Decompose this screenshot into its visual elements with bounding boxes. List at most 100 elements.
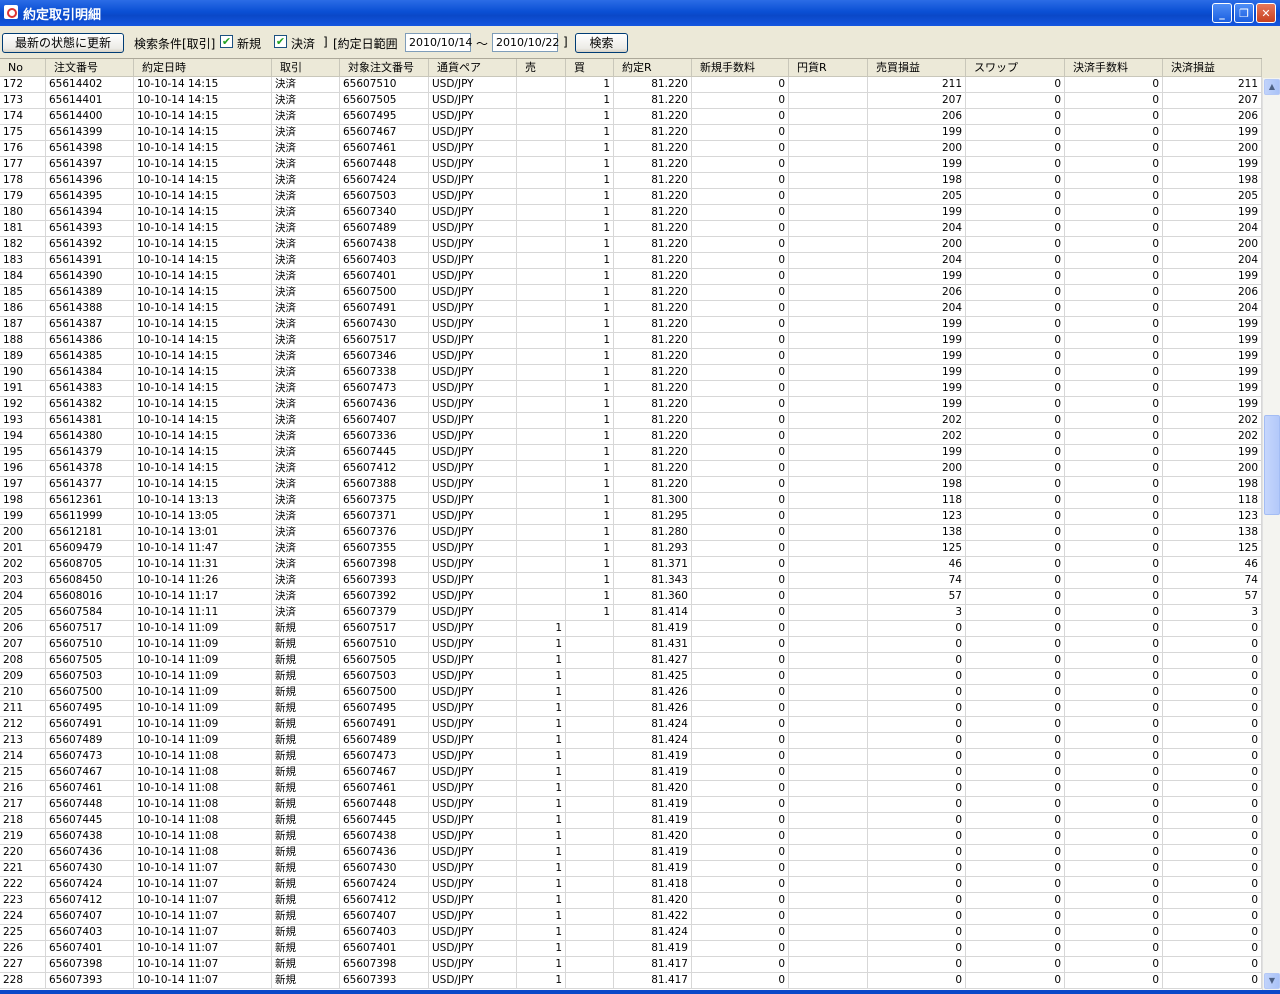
date-to-input[interactable]: 2010/10/22 bbox=[492, 33, 559, 52]
column-header-currency-pair[interactable]: 通貨ペア bbox=[429, 59, 517, 77]
cell-settle-fee: 0 bbox=[1065, 637, 1163, 653]
table-row[interactable]: 195 65614379 10-10-14 14:15 決済 65607445 USD/J… bbox=[0, 445, 1262, 461]
column-header-target-order-no[interactable]: 対象注文番号 bbox=[340, 59, 429, 77]
table-row[interactable]: 184 65614390 10-10-14 14:15 決済 65607401 USD/J… bbox=[0, 269, 1262, 285]
column-header-sell[interactable]: 売 bbox=[517, 59, 566, 77]
table-row[interactable]: 210 65607500 10-10-14 11:09 新規 65607500 USD/J… bbox=[0, 685, 1262, 701]
search-button[interactable]: 検索 bbox=[575, 33, 628, 53]
vertical-scrollbar[interactable]: ▲ ▼ bbox=[1262, 78, 1280, 990]
table-row[interactable]: 187 65614387 10-10-14 14:15 決済 65607430 USD/J… bbox=[0, 317, 1262, 333]
table-row[interactable]: 222 65607424 10-10-14 11:07 新規 65607424 USD/J… bbox=[0, 877, 1262, 893]
table-row[interactable]: 193 65614381 10-10-14 14:15 決済 65607407 USD/J… bbox=[0, 413, 1262, 429]
table-row[interactable]: 205 65607584 10-10-14 11:11 決済 65607379 USD/J… bbox=[0, 605, 1262, 621]
table-row[interactable]: 207 65607510 10-10-14 11:09 新規 65607510 USD/J… bbox=[0, 637, 1262, 653]
scroll-up-arrow-icon[interactable]: ▲ bbox=[1264, 79, 1280, 95]
column-header-rate[interactable]: 約定R bbox=[614, 59, 692, 77]
table-row[interactable]: 208 65607505 10-10-14 11:09 新規 65607505 USD/J… bbox=[0, 653, 1262, 669]
table-row[interactable]: 185 65614389 10-10-14 14:15 決済 65607500 USD/J… bbox=[0, 285, 1262, 301]
table-row[interactable]: 191 65614383 10-10-14 14:15 決済 65607473 USD/J… bbox=[0, 381, 1262, 397]
refresh-button[interactable]: 最新の状態に更新 bbox=[2, 33, 124, 53]
table-row[interactable]: 180 65614394 10-10-14 14:15 決済 65607340 USD/J… bbox=[0, 205, 1262, 221]
column-header-settle-pl[interactable]: 決済損益 bbox=[1163, 59, 1262, 77]
table-row[interactable]: 225 65607403 10-10-14 11:07 新規 65607403 USD/J… bbox=[0, 925, 1262, 941]
table-row[interactable]: 214 65607473 10-10-14 11:08 新規 65607473 USD/J… bbox=[0, 749, 1262, 765]
table-row[interactable]: 194 65614380 10-10-14 14:15 決済 65607336 USD/J… bbox=[0, 429, 1262, 445]
column-header-order-no[interactable]: 注文番号 bbox=[46, 59, 134, 77]
cell-buy bbox=[566, 893, 614, 909]
table-row[interactable]: 228 65607393 10-10-14 11:07 新規 65607393 USD/J… bbox=[0, 973, 1262, 989]
table-row[interactable]: 206 65607517 10-10-14 11:09 新規 65607517 USD/J… bbox=[0, 621, 1262, 637]
column-header-settle-fee[interactable]: 決済手数料 bbox=[1065, 59, 1163, 77]
table-row[interactable]: 181 65614393 10-10-14 14:15 決済 65607489 USD/J… bbox=[0, 221, 1262, 237]
cell-settle-fee: 0 bbox=[1065, 285, 1163, 301]
cell-order-no: 65607500 bbox=[46, 685, 134, 701]
cell-settle-pl: 199 bbox=[1163, 349, 1262, 365]
table-row[interactable]: 173 65614401 10-10-14 14:15 決済 65607505 USD/J… bbox=[0, 93, 1262, 109]
table-row[interactable]: 192 65614382 10-10-14 14:15 決済 65607436 USD/J… bbox=[0, 397, 1262, 413]
table-row[interactable]: 196 65614378 10-10-14 14:15 決済 65607412 USD/J… bbox=[0, 461, 1262, 477]
table-row[interactable]: 227 65607398 10-10-14 11:07 新規 65607398 USD/J… bbox=[0, 957, 1262, 973]
cell-buy: 1 bbox=[566, 189, 614, 205]
table-row[interactable]: 190 65614384 10-10-14 14:15 決済 65607338 USD/J… bbox=[0, 365, 1262, 381]
cell-settle-fee: 0 bbox=[1065, 957, 1163, 973]
table-row[interactable]: 182 65614392 10-10-14 14:15 決済 65607438 USD/J… bbox=[0, 237, 1262, 253]
table-row[interactable]: 186 65614388 10-10-14 14:15 決済 65607491 USD/J… bbox=[0, 301, 1262, 317]
column-header-trade-type[interactable]: 取引 bbox=[272, 59, 340, 77]
cell-no: 206 bbox=[0, 621, 46, 637]
settle-checkbox[interactable]: ✔ bbox=[274, 35, 287, 48]
table-row[interactable]: 199 65611999 10-10-14 13:05 決済 65607371 USD/J… bbox=[0, 509, 1262, 525]
table-row[interactable]: 223 65607412 10-10-14 11:07 新規 65607412 USD/J… bbox=[0, 893, 1262, 909]
table-row[interactable]: 188 65614386 10-10-14 14:15 決済 65607517 USD/J… bbox=[0, 333, 1262, 349]
date-from-input[interactable]: 2010/10/14 bbox=[405, 33, 472, 52]
cell-rate: 81.431 bbox=[614, 637, 692, 653]
table-row[interactable]: 177 65614397 10-10-14 14:15 決済 65607448 USD/J… bbox=[0, 157, 1262, 173]
table-row[interactable]: 175 65614399 10-10-14 14:15 決済 65607467 USD/J… bbox=[0, 125, 1262, 141]
table-row[interactable]: 219 65607438 10-10-14 11:08 新規 65607438 USD/J… bbox=[0, 829, 1262, 845]
close-button[interactable]: ✕ bbox=[1256, 3, 1276, 23]
column-header-trade-datetime[interactable]: 約定日時 bbox=[134, 59, 272, 77]
table-row[interactable]: 216 65607461 10-10-14 11:08 新規 65607461 USD/J… bbox=[0, 781, 1262, 797]
table-row[interactable]: 215 65607467 10-10-14 11:08 新規 65607467 USD/J… bbox=[0, 765, 1262, 781]
table-row[interactable]: 202 65608705 10-10-14 11:31 決済 65607398 USD/J… bbox=[0, 557, 1262, 573]
table-row[interactable]: 213 65607489 10-10-14 11:09 新規 65607489 USD/J… bbox=[0, 733, 1262, 749]
scroll-down-arrow-icon[interactable]: ▼ bbox=[1264, 973, 1280, 989]
minimize-button[interactable]: _ bbox=[1212, 3, 1232, 23]
table-row[interactable]: 198 65612361 10-10-14 13:13 決済 65607375 USD/J… bbox=[0, 493, 1262, 509]
table-row[interactable]: 224 65607407 10-10-14 11:07 新規 65607407 USD/J… bbox=[0, 909, 1262, 925]
column-header-swap[interactable]: スワップ bbox=[966, 59, 1065, 77]
cell-rate: 81.220 bbox=[614, 125, 692, 141]
column-header-buy[interactable]: 買 bbox=[566, 59, 614, 77]
table-row[interactable]: 178 65614396 10-10-14 14:15 決済 65607424 USD/J… bbox=[0, 173, 1262, 189]
column-header-pl[interactable]: 売買損益 bbox=[868, 59, 966, 77]
table-row[interactable]: 183 65614391 10-10-14 14:15 決済 65607403 USD/J… bbox=[0, 253, 1262, 269]
column-header-new-fee[interactable]: 新規手数料 bbox=[692, 59, 789, 77]
table-row[interactable]: 189 65614385 10-10-14 14:15 決済 65607346 USD/J… bbox=[0, 349, 1262, 365]
cell-settle-fee: 0 bbox=[1065, 493, 1163, 509]
new-checkbox[interactable]: ✔ bbox=[220, 35, 233, 48]
table-row[interactable]: 203 65608450 10-10-14 11:26 決済 65607393 USD/J… bbox=[0, 573, 1262, 589]
table-row[interactable]: 174 65614400 10-10-14 14:15 決済 65607495 USD/J… bbox=[0, 109, 1262, 125]
table-row[interactable]: 211 65607495 10-10-14 11:09 新規 65607495 USD/J… bbox=[0, 701, 1262, 717]
table-row[interactable]: 176 65614398 10-10-14 14:15 決済 65607461 USD/J… bbox=[0, 141, 1262, 157]
cell-swap: 0 bbox=[966, 93, 1065, 109]
table-row[interactable]: 209 65607503 10-10-14 11:09 新規 65607503 USD/J… bbox=[0, 669, 1262, 685]
table-row[interactable]: 200 65612181 10-10-14 13:01 決済 65607376 USD/J… bbox=[0, 525, 1262, 541]
cell-trade-datetime: 10-10-14 14:15 bbox=[134, 349, 272, 365]
search-condition-label: 検索条件[取引] bbox=[134, 37, 216, 51]
column-header-no[interactable]: No bbox=[0, 59, 46, 77]
cell-trade-datetime: 10-10-14 14:15 bbox=[134, 413, 272, 429]
table-row[interactable]: 204 65608016 10-10-14 11:17 決済 65607392 USD/J… bbox=[0, 589, 1262, 605]
table-row[interactable]: 226 65607401 10-10-14 11:07 新規 65607401 USD/J… bbox=[0, 941, 1262, 957]
table-row[interactable]: 179 65614395 10-10-14 14:15 決済 65607503 USD/J… bbox=[0, 189, 1262, 205]
maximize-button[interactable]: ❐ bbox=[1234, 3, 1254, 23]
table-row[interactable]: 172 65614402 10-10-14 14:15 決済 65607510 USD/J… bbox=[0, 77, 1262, 93]
table-row[interactable]: 221 65607430 10-10-14 11:07 新規 65607430 USD/J… bbox=[0, 861, 1262, 877]
table-row[interactable]: 201 65609479 10-10-14 11:47 決済 65607355 USD/J… bbox=[0, 541, 1262, 557]
scroll-thumb[interactable] bbox=[1264, 415, 1280, 515]
table-row[interactable]: 218 65607445 10-10-14 11:08 新規 65607445 USD/J… bbox=[0, 813, 1262, 829]
table-row[interactable]: 220 65607436 10-10-14 11:08 新規 65607436 USD/J… bbox=[0, 845, 1262, 861]
table-row[interactable]: 217 65607448 10-10-14 11:08 新規 65607448 USD/J… bbox=[0, 797, 1262, 813]
table-row[interactable]: 212 65607491 10-10-14 11:09 新規 65607491 USD/J… bbox=[0, 717, 1262, 733]
column-header-yen-rate[interactable]: 円貨R bbox=[789, 59, 868, 77]
table-row[interactable]: 197 65614377 10-10-14 14:15 決済 65607388 USD/J… bbox=[0, 477, 1262, 493]
